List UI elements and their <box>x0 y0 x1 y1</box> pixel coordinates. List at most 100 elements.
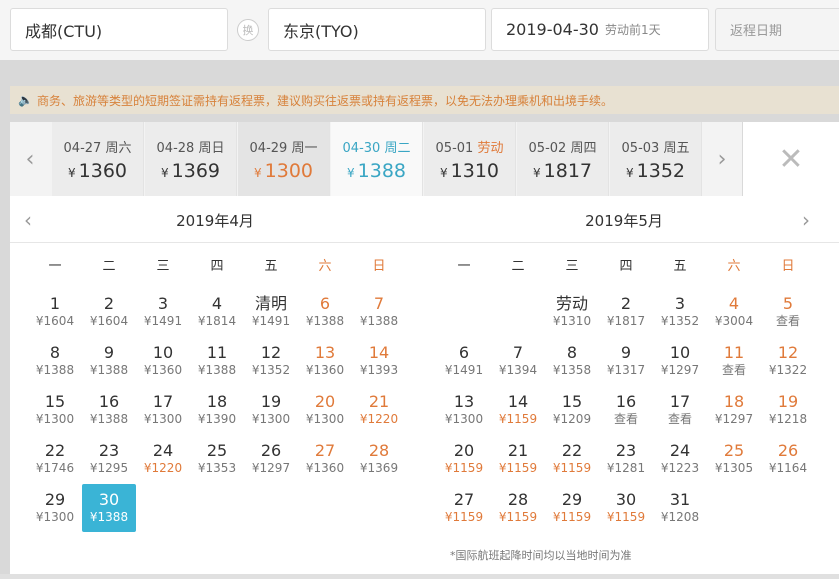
calendar-day[interactable]: 9 ¥1317 <box>599 337 653 385</box>
strip-day-5[interactable]: 05-02 周四 ¥1817 <box>517 122 609 196</box>
calendar-day[interactable]: 1 ¥1604 <box>28 288 82 336</box>
close-calendar-button[interactable]: ✕ <box>743 122 839 196</box>
calendar-day[interactable]: 12 ¥1322 <box>761 337 815 385</box>
calendar-day[interactable]: 19 ¥1218 <box>761 386 815 434</box>
calendar-day[interactable]: 2 ¥1604 <box>82 288 136 336</box>
calendar-day[interactable]: 14 ¥1159 <box>491 386 545 434</box>
strip-day-label: 04-27 周六 <box>63 140 132 156</box>
calendar-day[interactable]: 23 ¥1281 <box>599 435 653 483</box>
calendar-day[interactable]: 14 ¥1393 <box>352 337 406 385</box>
calendar-day[interactable]: 3 ¥1491 <box>136 288 190 336</box>
month-title-may: 2019年5月 <box>585 212 663 230</box>
calendar-day-price: ¥1817 <box>606 314 646 328</box>
calendar-day-number: 10 <box>152 343 174 362</box>
swap-cities-button[interactable]: 换 <box>237 19 259 41</box>
calendar-day[interactable]: 25 ¥1305 <box>707 435 761 483</box>
calendar-day-price: ¥1281 <box>606 461 646 475</box>
calendar-day[interactable]: 8 ¥1358 <box>545 337 599 385</box>
calendar-day[interactable]: 20 ¥1159 <box>437 435 491 483</box>
calendar-day[interactable]: 9 ¥1388 <box>82 337 136 385</box>
calendar-day[interactable]: 16 查看 <box>599 386 653 434</box>
calendar-day-number: 16 <box>98 392 120 411</box>
calendar-day-price: ¥1394 <box>498 363 538 377</box>
calendar-day[interactable]: 27 ¥1159 <box>437 484 491 532</box>
calendar-day[interactable]: 26 ¥1297 <box>244 435 298 483</box>
calendar-day[interactable]: 22 ¥1746 <box>28 435 82 483</box>
calendar-day[interactable]: 11 查看 <box>707 337 761 385</box>
calendar-day[interactable]: 3 ¥1352 <box>653 288 707 336</box>
calendar-day[interactable]: 21 ¥1220 <box>352 386 406 434</box>
chevron-left-icon: ‹ <box>25 146 35 172</box>
calendar-day[interactable]: 17 查看 <box>653 386 707 434</box>
calendar-day[interactable]: 19 ¥1300 <box>244 386 298 434</box>
calendar-day-price: ¥1159 <box>552 510 592 524</box>
calendar-day[interactable]: 4 ¥3004 <box>707 288 761 336</box>
calendar-day[interactable]: 清明 ¥1491 <box>244 288 298 336</box>
calendar-day[interactable]: 31 ¥1208 <box>653 484 707 532</box>
calendar-day[interactable]: 30 ¥1388 <box>82 484 136 532</box>
calendar-day[interactable]: 6 ¥1388 <box>298 288 352 336</box>
strip-day-6[interactable]: 05-03 周五 ¥1352 <box>610 122 702 196</box>
return-date-input[interactable]: 返程日期 <box>715 8 839 51</box>
calendar-day[interactable]: 8 ¥1388 <box>28 337 82 385</box>
calendar-day[interactable]: 20 ¥1300 <box>298 386 352 434</box>
calendar-day[interactable]: 29 ¥1300 <box>28 484 82 532</box>
calendar-day[interactable]: 25 ¥1353 <box>190 435 244 483</box>
calendar-day-number: 25 <box>723 441 745 460</box>
calendar-day[interactable]: 7 ¥1394 <box>491 337 545 385</box>
calendar-day-number: 24 <box>152 441 174 460</box>
strip-day-3[interactable]: 04-30 周二 ¥1388 <box>331 122 423 196</box>
calendar-day[interactable]: 12 ¥1352 <box>244 337 298 385</box>
strip-day-label: 05-02 周四 <box>528 140 597 156</box>
calendar-day[interactable]: 7 ¥1388 <box>352 288 406 336</box>
calendar-day[interactable]: 2 ¥1817 <box>599 288 653 336</box>
calendar-day[interactable]: 22 ¥1159 <box>545 435 599 483</box>
calendar-day[interactable]: 10 ¥1297 <box>653 337 707 385</box>
calendar-day[interactable]: 18 ¥1390 <box>190 386 244 434</box>
calendar-day-number: 17 <box>669 392 691 411</box>
calendar-day[interactable]: 5 查看 <box>761 288 815 336</box>
calendar-day[interactable]: 24 ¥1220 <box>136 435 190 483</box>
strip-prev-button[interactable]: ‹ <box>10 122 50 196</box>
calendar-day[interactable]: 21 ¥1159 <box>491 435 545 483</box>
arrival-city-input[interactable]: 东京(TYO) <box>268 8 486 51</box>
departure-city-input[interactable]: 成都(CTU) <box>10 8 228 51</box>
calendar-day[interactable]: 29 ¥1159 <box>545 484 599 532</box>
strip-day-1[interactable]: 04-28 周日 ¥1369 <box>145 122 237 196</box>
strip-day-4[interactable]: 05-01 劳动 ¥1310 <box>424 122 516 196</box>
calendar-day-price: ¥1310 <box>552 314 592 328</box>
calendar-day[interactable]: 28 ¥1369 <box>352 435 406 483</box>
calendar-day[interactable]: 13 ¥1300 <box>437 386 491 434</box>
strip-day-0[interactable]: 04-27 周六 ¥1360 <box>52 122 144 196</box>
calendar-day[interactable]: 23 ¥1295 <box>82 435 136 483</box>
calendar-day[interactable]: 15 ¥1209 <box>545 386 599 434</box>
calendar-day[interactable]: 24 ¥1223 <box>653 435 707 483</box>
calendar-day-price: ¥1300 <box>444 412 484 426</box>
calendar-day[interactable]: 30 ¥1159 <box>599 484 653 532</box>
calendar-day-price: ¥1814 <box>197 314 237 328</box>
calendar-day-price: ¥1352 <box>660 314 700 328</box>
calendar-day-number: 9 <box>103 343 115 362</box>
prev-month-button[interactable]: ‹ <box>24 208 32 232</box>
calendar-day[interactable]: 15 ¥1300 <box>28 386 82 434</box>
calendar-day[interactable]: 劳动 ¥1310 <box>545 288 599 336</box>
calendar-day-price: ¥1369 <box>359 461 399 475</box>
calendar-day[interactable]: 4 ¥1814 <box>190 288 244 336</box>
strip-day-2[interactable]: 04-29 周一 ¥1300 <box>238 122 330 196</box>
calendar-day[interactable]: 13 ¥1360 <box>298 337 352 385</box>
departure-date-input[interactable]: 2019-04-30 劳动前1天 <box>491 8 709 51</box>
calendar-day-number: 26 <box>260 441 282 460</box>
calendar-day[interactable]: 18 ¥1297 <box>707 386 761 434</box>
calendar-day[interactable]: 10 ¥1360 <box>136 337 190 385</box>
strip-next-button[interactable]: › <box>702 122 742 196</box>
calendar-day[interactable]: 17 ¥1300 <box>136 386 190 434</box>
calendar-day[interactable]: 26 ¥1164 <box>761 435 815 483</box>
calendar-day[interactable]: 6 ¥1491 <box>437 337 491 385</box>
calendar-day[interactable]: 16 ¥1388 <box>82 386 136 434</box>
calendar-day[interactable]: 28 ¥1159 <box>491 484 545 532</box>
calendar-day-number: 28 <box>507 490 529 509</box>
strip-day-price: ¥1817 <box>533 159 592 182</box>
calendar-day[interactable]: 11 ¥1388 <box>190 337 244 385</box>
next-month-button[interactable]: › <box>802 208 810 232</box>
calendar-day[interactable]: 27 ¥1360 <box>298 435 352 483</box>
